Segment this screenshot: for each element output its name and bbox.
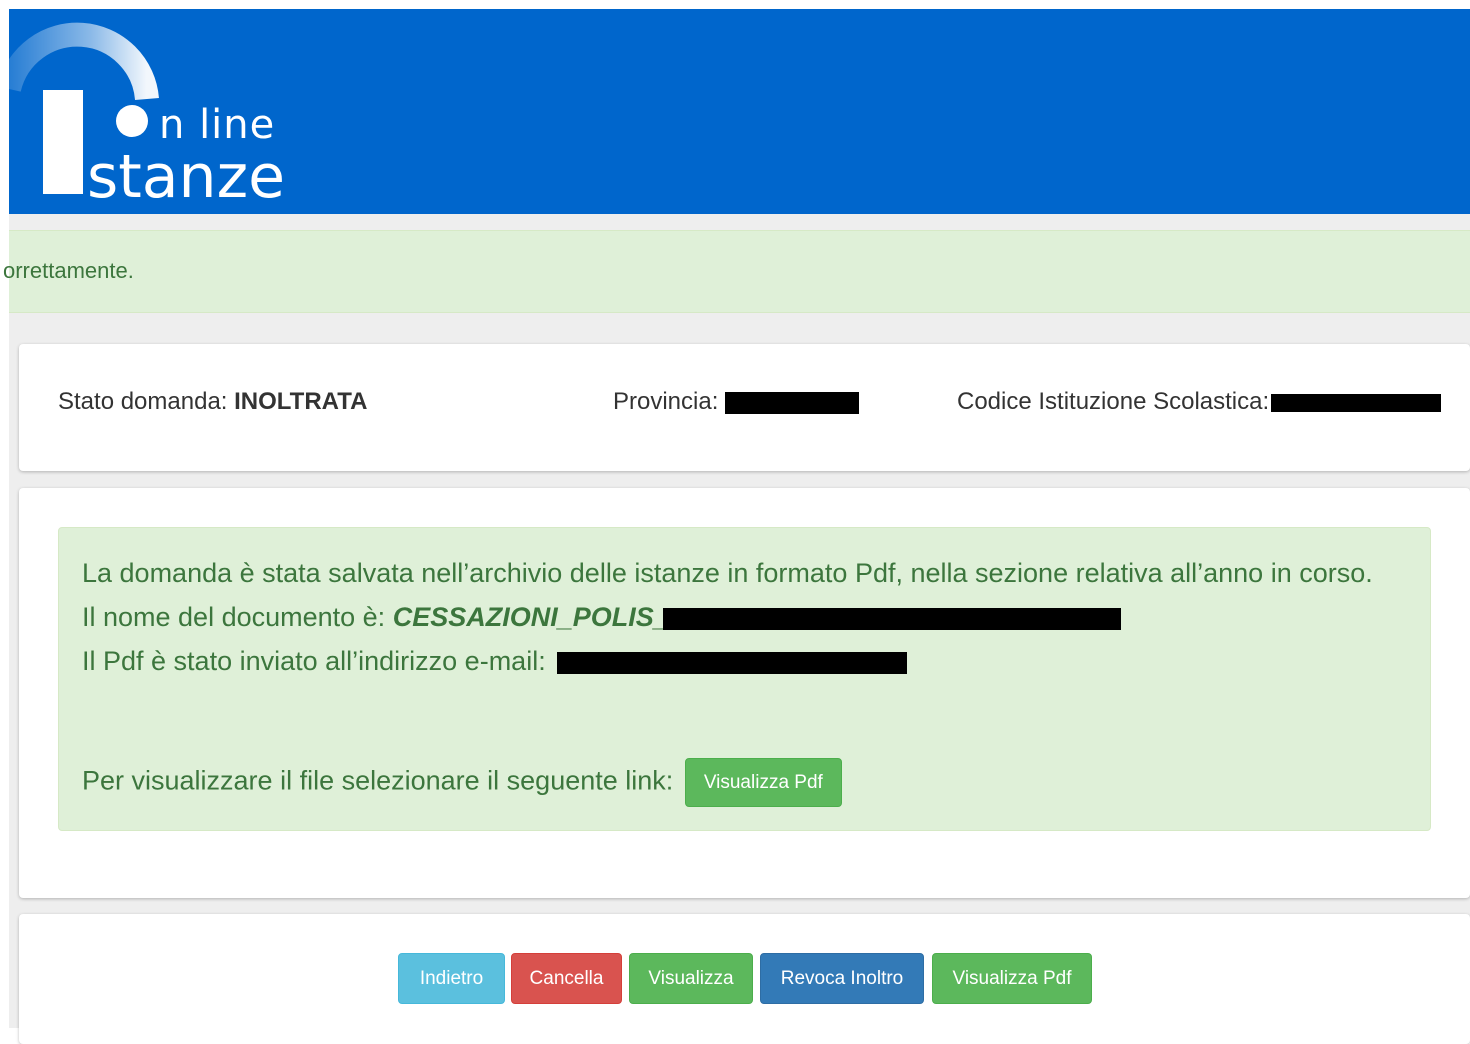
back-button[interactable]: Indietro xyxy=(398,953,505,1004)
view-button[interactable]: Visualizza xyxy=(629,953,753,1004)
logo-text-stanze: stanze xyxy=(87,142,285,212)
provincia: Provincia: xyxy=(613,388,860,416)
document-name-redacted xyxy=(662,607,1121,630)
view-pdf-button[interactable]: Visualizza Pdf xyxy=(932,953,1092,1004)
provincia-label: Provincia: xyxy=(613,388,719,415)
view-file-row: Per visualizzare il file selezionare il … xyxy=(82,758,842,807)
status-panel: Stato domanda: INOLTRATA Provincia: Codi… xyxy=(19,344,1470,471)
actions-panel: Indietro Cancella Visualizza Revoca Inol… xyxy=(19,914,1470,1044)
email-row: Il Pdf è stato inviato all’indirizzo e-m… xyxy=(82,639,1410,683)
stato-domanda-value: INOLTRATA xyxy=(234,388,368,415)
success-alert-banner: orrettamente. xyxy=(3,230,1470,313)
stato-domanda-label: Stato domanda: xyxy=(58,388,228,415)
email-label: Il Pdf è stato inviato all’indirizzo e-m… xyxy=(82,646,546,676)
document-name-label: Il nome del documento è: xyxy=(82,602,386,632)
stato-domanda: Stato domanda: INOLTRATA xyxy=(58,388,367,416)
istanze-online-logo: n line stanze xyxy=(9,9,329,214)
provincia-redacted xyxy=(725,391,860,414)
codice-istituzione-label: Codice Istituzione Scolastica: xyxy=(957,388,1270,415)
view-pdf-link-button[interactable]: Visualizza Pdf xyxy=(684,758,842,807)
saved-document-alert: La domanda è stata salvata nell’archivio… xyxy=(58,527,1431,831)
document-name-value: CESSAZIONI_POLIS_ xyxy=(392,602,669,632)
view-file-label: Per visualizzare il file selezionare il … xyxy=(82,765,674,796)
header-banner: n line stanze xyxy=(9,9,1470,214)
email-redacted xyxy=(557,651,908,674)
codice-istituzione: Codice Istituzione Scolastica: xyxy=(957,388,1442,416)
success-alert-text: orrettamente. xyxy=(3,258,134,283)
codice-istituzione-redacted xyxy=(1271,393,1442,412)
action-buttons: Indietro Cancella Visualizza Revoca Inol… xyxy=(19,953,1470,1004)
main-panel: La domanda è stata salvata nell’archivio… xyxy=(19,488,1470,898)
document-name-row: Il nome del documento è: CESSAZIONI_POLI… xyxy=(82,595,1410,639)
delete-button[interactable]: Cancella xyxy=(511,953,622,1004)
logo-text-online: n line xyxy=(159,102,276,148)
saved-message: La domanda è stata salvata nell’archivio… xyxy=(82,558,1373,588)
revoke-submission-button[interactable]: Revoca Inoltro xyxy=(760,953,924,1004)
